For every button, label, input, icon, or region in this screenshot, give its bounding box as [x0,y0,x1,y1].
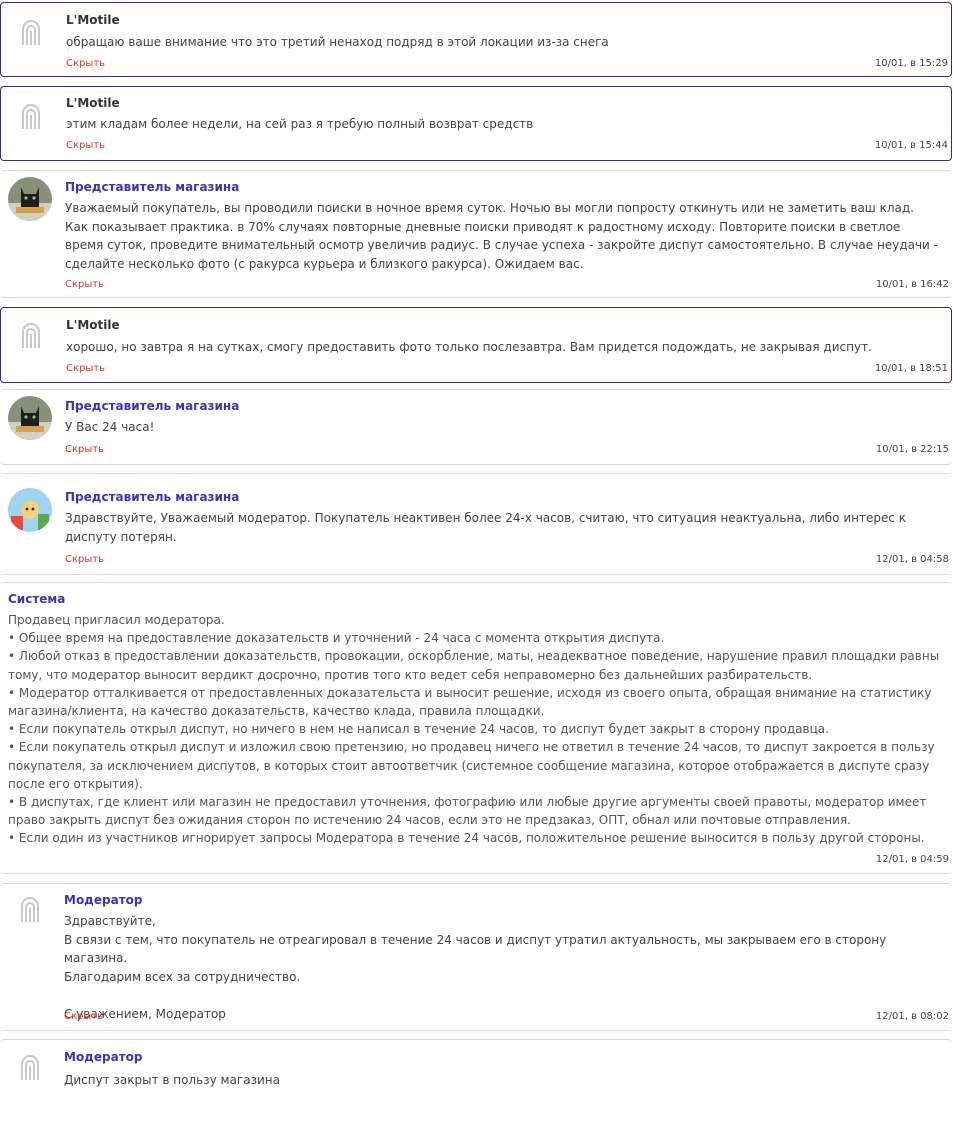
system-line: • Любой отказ в предоставлении доказател… [8,649,940,682]
message-text: Уважаемый покупатель, вы проводили поиск… [65,201,938,271]
system-author: Система [8,592,66,606]
message-card: Модератор Здравствуйте, В связи с тем, ч… [0,883,952,1031]
system-line: Продавец пригласил модератора. [8,613,225,627]
message-author: Представитель магазина [65,180,240,194]
message-text: Здравствуйте, В связи с тем, что покупат… [64,912,938,1023]
message-card: L'Motile обращаю ваше внимание что это т… [0,2,952,77]
hide-link[interactable]: Скрыть [65,554,104,565]
cartoon-avatar [8,488,52,532]
hide-link[interactable]: Скрыть [65,444,104,455]
user-avatar [9,97,53,141]
message-card: Модератор Диспут закрыт в пользу магазин… [0,1039,952,1145]
shop-avatar [8,177,52,221]
system-line: • Если покупатель открыл диспут и изложи… [8,740,935,791]
brand-logo-icon [21,1055,39,1080]
message-time: 12/01, в 08:02 [875,1011,949,1022]
message-time: 12/01, в 04:58 [875,554,949,565]
brand-logo-icon [22,20,40,45]
system-text: Продавец пригласил модератора. • Общее в… [8,611,942,848]
moderator-avatar [8,890,52,934]
system-line: • В диспутах, где клиент или магазин не … [8,795,927,828]
message-time: 10/01, в 15:29 [874,58,948,69]
message-time: 12/01, в 04:59 [875,854,949,865]
message-author: Модератор [64,893,143,907]
message-time: 10/01, в 16:42 [875,279,949,290]
system-message: Система Продавец пригласил модератора. •… [0,582,952,874]
message-author: L'Motile [66,13,120,27]
message-author: Модератор [64,1050,143,1064]
message-card: Представитель магазина Здравствуйте, Ува… [0,473,952,575]
message-time: 10/01, в 22:15 [875,444,949,455]
message-text: Здравствуйте, Уважаемый модератор. Покуп… [65,511,907,544]
message-text: хорошо, но завтра я на сутках, смогу пре… [66,340,872,354]
message-line: Здравствуйте, [64,914,156,928]
shop-avatar [8,488,52,532]
message-card: L'Motile хорошо, но завтра я на сутках, … [0,307,952,383]
system-line: • Если покупатель открыл диспут, но ниче… [8,722,829,737]
message-text: Диспут закрыт в пользу магазина [64,1073,280,1087]
hide-link[interactable]: Скрыть [66,58,105,69]
message-line: С уважением, Модератор [64,1006,226,1021]
message-time: 10/01, в 18:51 [874,363,948,374]
hide-link[interactable]: Скрыть [65,279,104,290]
message-line: Благодарим всех за сотрудничество. [64,969,301,984]
message-author: L'Motile [66,96,120,110]
cat-avatar [8,177,52,221]
hide-link[interactable]: Скрыть [64,1011,103,1022]
message-text: обращаю ваше внимание что это третий нен… [66,35,609,49]
user-avatar [9,13,53,57]
brand-logo-icon [22,104,40,129]
moderator-avatar [8,1048,52,1092]
brand-logo-icon [22,323,40,348]
shop-avatar [8,396,52,440]
message-author: L'Motile [66,318,120,332]
user-avatar [9,316,53,360]
message-author: Представитель магазина [65,490,240,504]
message-time: 10/01, в 15:44 [874,140,948,151]
message-text: У Вас 24 часа! [65,420,155,434]
message-line: В связи с тем, что покупатель не отреаги… [64,932,887,966]
message-card: L'Motile этим кладам более недели, на се… [0,86,952,161]
system-line: • Общее время на предоставление доказате… [8,631,665,646]
hide-link[interactable]: Скрыть [66,140,105,151]
message-card: Представитель магазина Уважаемый покупат… [0,170,952,298]
system-line: • Модератор отталкивается от предоставле… [8,685,932,719]
hide-link[interactable]: Скрыть [66,363,105,374]
cat-avatar [8,396,52,440]
system-line: • Если один из участников игнорирует зап… [8,831,925,846]
message-card: Представитель магазина У Вас 24 часа! Ск… [0,389,952,465]
message-text: этим кладам более недели, на сей раз я т… [66,117,534,131]
brand-logo-icon [21,897,39,922]
message-author: Представитель магазина [65,399,240,413]
